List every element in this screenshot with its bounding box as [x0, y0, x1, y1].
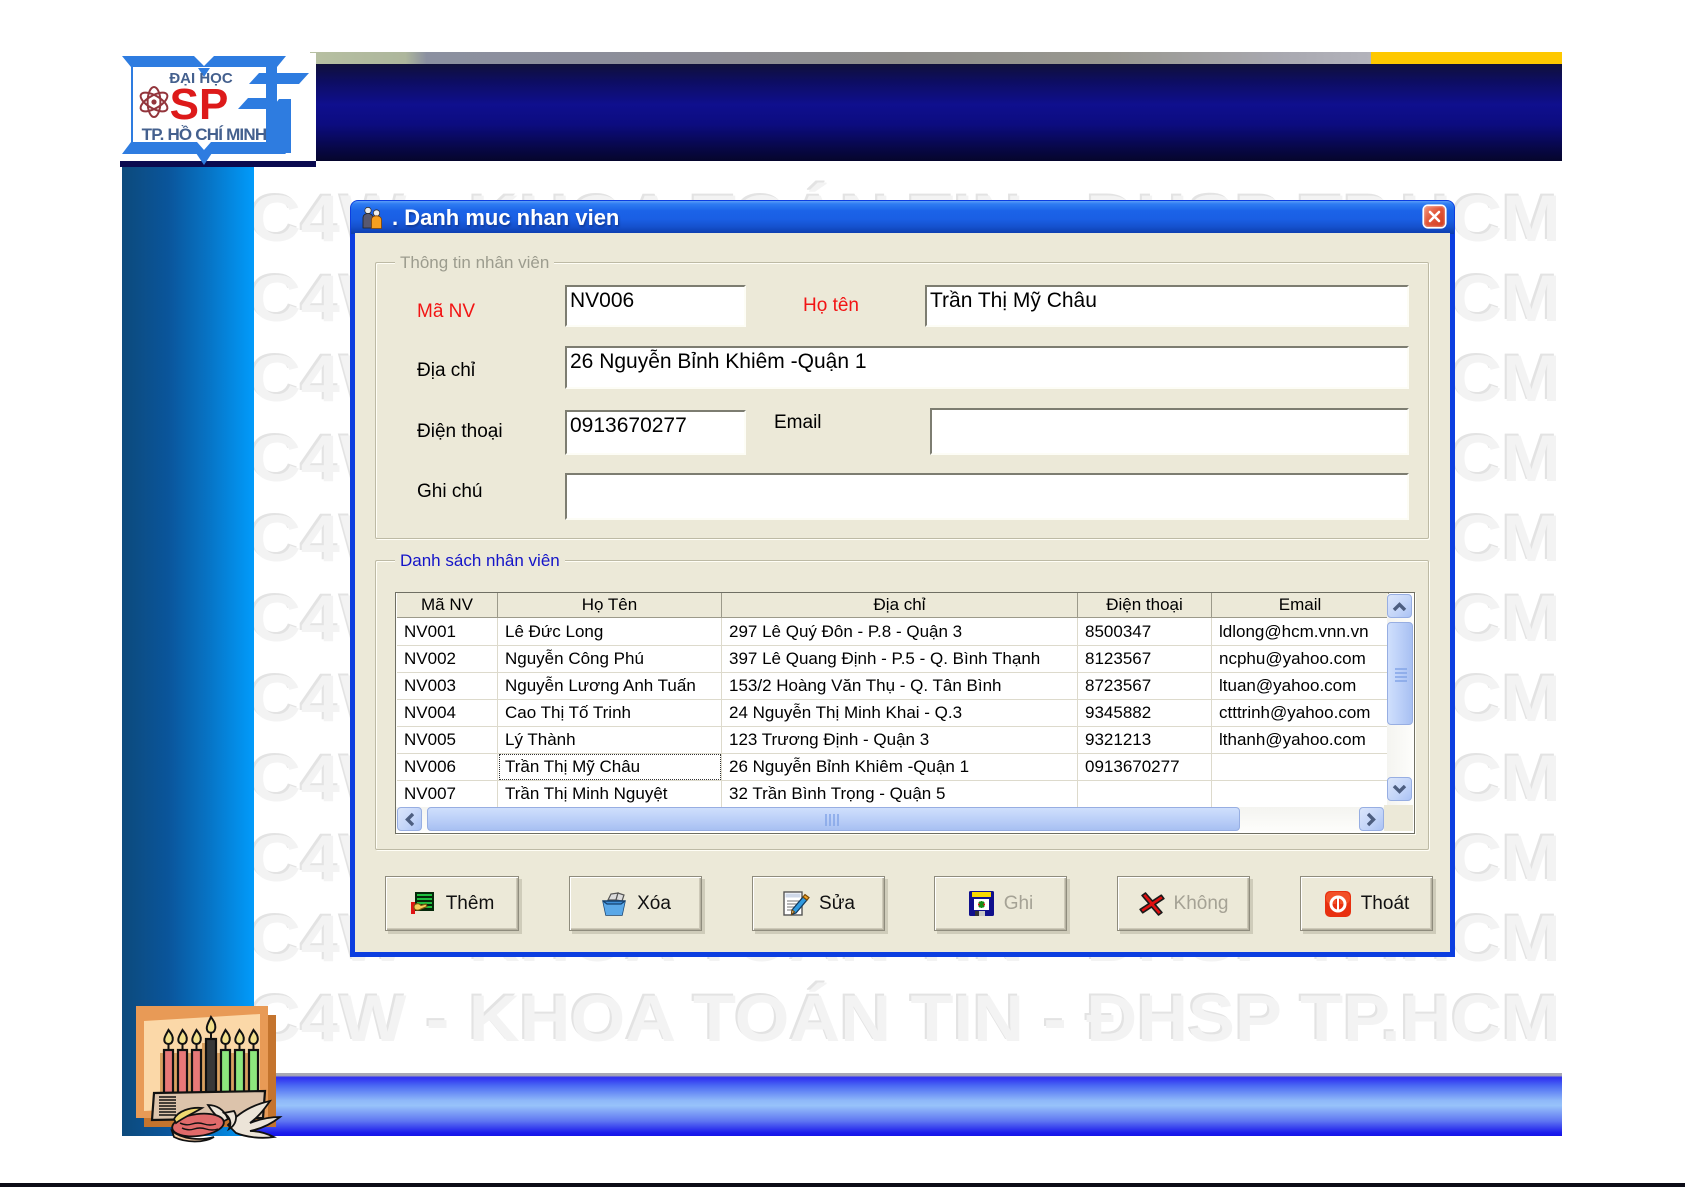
svg-text:TP. HỒ CHÍ MINH: TP. HỒ CHÍ MINH [142, 125, 267, 144]
svg-text:SP: SP [170, 80, 229, 129]
